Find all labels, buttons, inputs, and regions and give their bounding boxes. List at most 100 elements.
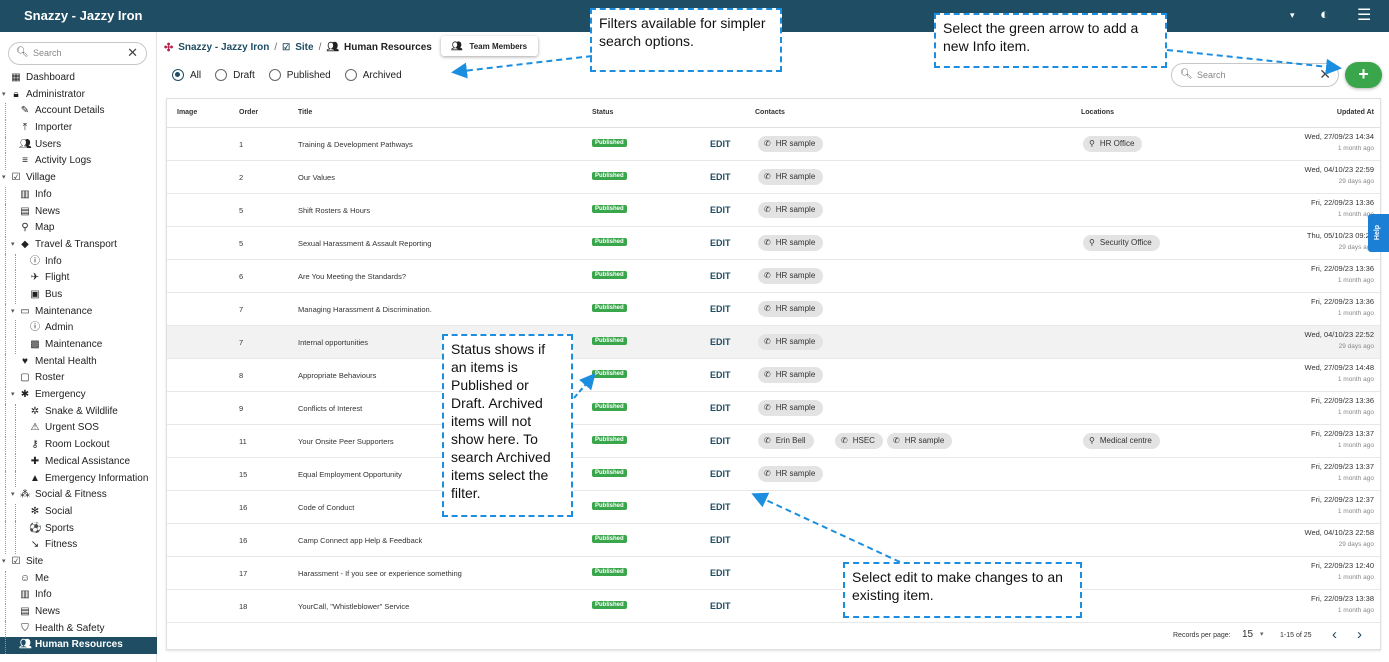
add-item-button[interactable]: + <box>1345 62 1382 88</box>
table-row[interactable]: 16 Camp Connect app Help & Feedback Publis… <box>167 524 1380 557</box>
sidebar-item-fitness[interactable]: ↘ Fitness <box>0 537 157 554</box>
sidebar-item-urgent-sos[interactable]: ⚠ Urgent SOS <box>0 420 157 438</box>
chevron-down-icon[interactable]: ▾ <box>11 304 15 321</box>
col-status[interactable]: Status <box>592 109 613 116</box>
col-image[interactable]: Image <box>177 109 197 116</box>
edit-button[interactable]: EDIT <box>710 205 731 215</box>
chevron-down-icon[interactable]: ▾ <box>11 487 15 504</box>
radio-icon[interactable] <box>172 69 184 81</box>
sidebar-item-info[interactable]: ⓘ Info <box>0 253 157 271</box>
edit-button[interactable]: EDIT <box>710 601 731 611</box>
col-title[interactable]: Title <box>298 109 312 116</box>
sidebar-item-mental-health[interactable]: ♥ Mental Health <box>0 353 157 371</box>
sidebar-item-users[interactable]: 👥︎ Users <box>0 136 157 154</box>
dropdown-caret-icon[interactable]: ▾ <box>1290 10 1295 21</box>
location-chip[interactable]: ⚲ Medical centre <box>1083 433 1160 449</box>
col-locations[interactable]: Locations <box>1081 109 1114 116</box>
sidebar-item-account-details[interactable]: ✎ Account Details <box>0 103 157 121</box>
contact-chip[interactable]: ✆ HR sample <box>758 268 824 284</box>
edit-button[interactable]: EDIT <box>710 337 731 347</box>
col-updated[interactable]: Updated At <box>1337 109 1374 116</box>
sidebar-item-dashboard[interactable]: ▦ Dashboard <box>0 70 157 87</box>
table-row[interactable]: 7 Internal opportunities Published EDIT ✆ HR … <box>167 326 1380 359</box>
table-row[interactable]: 15 Equal Employment Opportunity Published E… <box>167 458 1380 491</box>
edit-button[interactable]: EDIT <box>710 172 731 182</box>
table-row[interactable]: 18 YourCall, "Whistleblower" Service Publi… <box>167 590 1380 623</box>
sidebar-item-sports[interactable]: ⚽ Sports <box>0 520 157 538</box>
contact-chip[interactable]: ✆ HR sample <box>758 466 824 482</box>
table-row[interactable]: 2 Our Values Published EDIT ✆ HR sample Wed, 0… <box>167 161 1380 194</box>
contact-chip[interactable]: ✆ HR sample <box>758 367 824 383</box>
table-row[interactable]: 7 Managing Harassment & Discrimination. Pu… <box>167 293 1380 326</box>
table-row[interactable]: 5 Shift Rosters & Hours Published EDIT ✆ HR s… <box>167 194 1380 227</box>
contact-chip[interactable]: ✆ HSEC <box>835 433 883 449</box>
sidebar-item-importer[interactable]: ⤒ Importer <box>0 120 157 137</box>
table-row[interactable]: 6 Are You Meeting the Standards? Published… <box>167 260 1380 293</box>
chevron-down-icon[interactable]: ▾ <box>11 237 15 254</box>
team-members-button[interactable]: 👥︎ Team Members <box>441 36 538 56</box>
sidebar-item-snake-wildlife[interactable]: ✲ Snake & Wildlife <box>0 403 157 421</box>
edit-button[interactable]: EDIT <box>710 403 731 413</box>
sidebar-item-medical-assistance[interactable]: ✚ Medical Assistance <box>0 453 157 471</box>
chevron-down-icon[interactable]: ▾ <box>2 87 6 104</box>
table-row[interactable]: 5 Sexual Harassment & Assault Reporting Pu… <box>167 227 1380 260</box>
sidebar-item-administrator[interactable]: ▾ 🔒︎ Administrator <box>0 87 157 104</box>
edit-button[interactable]: EDIT <box>710 568 731 578</box>
contact-chip[interactable]: ✆ Erin Bell <box>758 433 814 449</box>
sidebar-item-social[interactable]: ✻ Social <box>0 503 157 521</box>
clear-icon[interactable]: ✕ <box>1319 66 1331 83</box>
sidebar-item-travel-transport[interactable]: ▾ ◆ Travel & Transport <box>0 236 157 254</box>
filter-published[interactable]: Published <box>268 69 331 81</box>
breadcrumb-site[interactable]: Site <box>295 42 313 53</box>
location-chip[interactable]: ⚲ Security Office <box>1083 235 1160 251</box>
sidebar-item-emergency[interactable]: ▾ ✱ Emergency <box>0 387 157 404</box>
contact-chip[interactable]: ✆ HR sample <box>758 301 824 317</box>
sidebar-item-room-lockout[interactable]: ⚷ Room Lockout <box>0 437 157 454</box>
filter-draft[interactable]: Draft <box>215 69 255 81</box>
edit-button[interactable]: EDIT <box>710 271 731 281</box>
help-tab[interactable]: Help <box>1368 214 1389 252</box>
sidebar-item-flight[interactable]: ✈ Flight <box>0 270 157 287</box>
radio-icon[interactable] <box>268 69 281 81</box>
sidebar-item-news[interactable]: ▤ News <box>0 203 157 221</box>
contact-chip[interactable]: ✆ HR sample <box>758 169 824 185</box>
edit-button[interactable]: EDIT <box>710 238 731 248</box>
sidebar-item-emergency-information[interactable]: ▲ Emergency Information <box>0 470 157 488</box>
sidebar-item-village[interactable]: ▾ ☑ Village <box>0 170 157 187</box>
contact-chip[interactable]: ✆ HR sample <box>758 235 824 251</box>
sidebar-item-me[interactable]: ☺ Me <box>0 570 157 588</box>
table-row[interactable]: 1 Training & Development Pathways Publishe… <box>167 128 1380 161</box>
edit-button[interactable]: EDIT <box>710 436 731 446</box>
radio-icon[interactable] <box>344 69 357 81</box>
sidebar-item-maintenance[interactable]: ▾ ▭ Maintenance <box>0 303 157 321</box>
sidebar-item-roster[interactable]: ▢ Roster <box>0 370 157 388</box>
chevron-down-icon[interactable]: ▾ <box>11 387 15 404</box>
edit-button[interactable]: EDIT <box>710 139 731 149</box>
edit-button[interactable]: EDIT <box>710 469 731 479</box>
sidebar-item-site[interactable]: ▾ ☑ Site <box>0 554 157 571</box>
search-input[interactable]: 🔍︎ Search ✕ <box>1171 63 1339 87</box>
contact-chip[interactable]: ✆ HR sample <box>758 136 824 152</box>
breadcrumb-root[interactable]: Snazzy - Jazzy Iron <box>178 42 269 53</box>
table-row[interactable]: 16 Code of Conduct Published EDIT Fri, 22/09… <box>167 491 1380 524</box>
location-chip[interactable]: ⚲ HR Office <box>1083 136 1143 152</box>
chevron-down-icon[interactable]: ▾ <box>2 170 6 187</box>
sidebar-search-input[interactable]: 🔍︎ Search ✕ <box>8 42 147 65</box>
sidebar-item-news[interactable]: ▤ News <box>0 604 157 621</box>
contact-chip[interactable]: ✆ HR sample <box>758 202 824 218</box>
table-row[interactable]: 17 Harassment - If you see or experience … <box>167 557 1380 590</box>
table-row[interactable]: 11 Your Onsite Peer Supporters Published ED… <box>167 425 1380 458</box>
per-page-select[interactable]: 15 <box>1242 629 1253 640</box>
sidebar-item-info[interactable]: ▥ Info <box>0 186 157 204</box>
chevron-down-icon[interactable]: ▾ <box>2 554 6 571</box>
sidebar-item-info[interactable]: ▥ Info <box>0 587 157 604</box>
filter-archived[interactable]: Archived <box>344 69 402 81</box>
sidebar-item-activity-logs[interactable]: ≡ Activity Logs <box>0 153 157 171</box>
chevron-down-icon[interactable]: ▾ <box>1260 630 1264 638</box>
table-row[interactable]: 8 Appropriate Behaviours Published EDIT ✆ HR … <box>167 359 1380 392</box>
prev-page-icon[interactable]: ‹ <box>1332 626 1337 643</box>
edit-button[interactable]: EDIT <box>710 502 731 512</box>
clear-icon[interactable]: ✕ <box>127 45 138 61</box>
sidebar-item-health-safety[interactable]: ⛉ Health & Safety <box>0 620 157 638</box>
col-order[interactable]: Order <box>239 109 258 116</box>
